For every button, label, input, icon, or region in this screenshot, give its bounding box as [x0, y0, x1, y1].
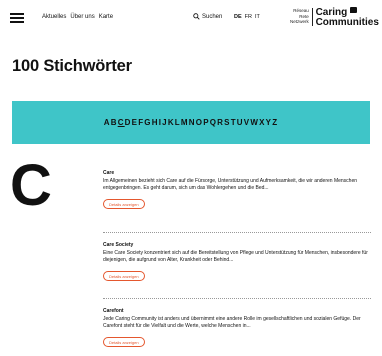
entry-text: Eine Care Society konzentriert sich auf … [103, 249, 368, 264]
site-header: Aktuelles Über uns Karte Suchen DE FR IT… [0, 0, 382, 36]
alphabet-letter-q[interactable]: Q [210, 118, 217, 127]
section-letter: C [10, 153, 52, 218]
alphabet-letter-a[interactable]: A [104, 118, 111, 127]
entry-text: Jede Caring Community ist anders und übe… [103, 315, 361, 330]
logo-wordmark: Caring Communities [315, 7, 379, 28]
nav-link-karte[interactable]: Karte [99, 14, 113, 20]
alphabet-filter-band: ABCDEFGHIJKLMNOPQRSTUVWXYZ [12, 101, 370, 144]
entry-title: Carefont [103, 308, 124, 314]
search-icon [193, 13, 200, 20]
language-switcher: DE FR IT [234, 14, 260, 20]
page-title: 100 Stichwörter [12, 57, 132, 75]
entry-title: Care Society [103, 242, 134, 248]
details-button[interactable]: Details anzeigen [103, 199, 145, 209]
speech-bubble-icon [349, 7, 357, 13]
menu-icon[interactable] [10, 13, 24, 23]
alphabet-letter-u[interactable]: U [237, 118, 244, 127]
alphabet-letter-k[interactable]: K [168, 118, 175, 127]
details-button[interactable]: Details anzeigen [103, 271, 145, 281]
lang-de[interactable]: DE [234, 14, 242, 20]
details-button[interactable]: Details anzeigen [103, 337, 145, 347]
nav-link-aktuelles[interactable]: Aktuelles [42, 14, 66, 20]
entry-text: Im Allgemeinen bezieht sich Care auf die… [103, 177, 358, 192]
search-label: Suchen [202, 13, 223, 20]
site-logo[interactable]: Réseau Rete Netzwerk Caring Communities [290, 7, 379, 28]
glossary-entry: Care Society Eine Care Society konzentri… [103, 242, 371, 283]
glossary-entry: Carefont Jede Caring Community ist ander… [103, 308, 371, 349]
alphabet-letter-w[interactable]: W [250, 118, 259, 127]
alphabet-letter-o[interactable]: O [196, 118, 203, 127]
entry-divider [103, 298, 371, 299]
alphabet-letter-b[interactable]: B [111, 118, 118, 127]
search-button[interactable]: Suchen [193, 13, 222, 20]
glossary-entry: Care Im Allgemeinen bezieht sich Care au… [103, 170, 371, 211]
alphabet-letter-z[interactable]: Z [272, 118, 278, 127]
alphabet-letter-d[interactable]: D [125, 118, 132, 127]
page: Aktuelles Über uns Karte Suchen DE FR IT… [0, 0, 382, 356]
main-nav: Aktuelles Über uns Karte [42, 14, 113, 20]
entry-divider [103, 232, 371, 233]
logo-subtitle: Réseau Rete Netzwerk [290, 8, 309, 24]
alphabet-letter-g[interactable]: G [144, 118, 151, 127]
alphabet-letter-r[interactable]: R [217, 118, 224, 127]
lang-it[interactable]: IT [255, 14, 260, 20]
logo-divider [311, 8, 313, 26]
lang-fr[interactable]: FR [245, 14, 252, 20]
alphabet-filter: ABCDEFGHIJKLMNOPQRSTUVWXYZ [12, 118, 370, 127]
alphabet-letter-h[interactable]: H [152, 118, 159, 127]
alphabet-letter-n[interactable]: N [189, 118, 196, 127]
alphabet-letter-m[interactable]: M [181, 118, 189, 127]
nav-link-ueber-uns[interactable]: Über uns [70, 14, 94, 20]
entry-title: Care [103, 170, 115, 176]
alphabet-letter-c[interactable]: C [118, 118, 125, 127]
